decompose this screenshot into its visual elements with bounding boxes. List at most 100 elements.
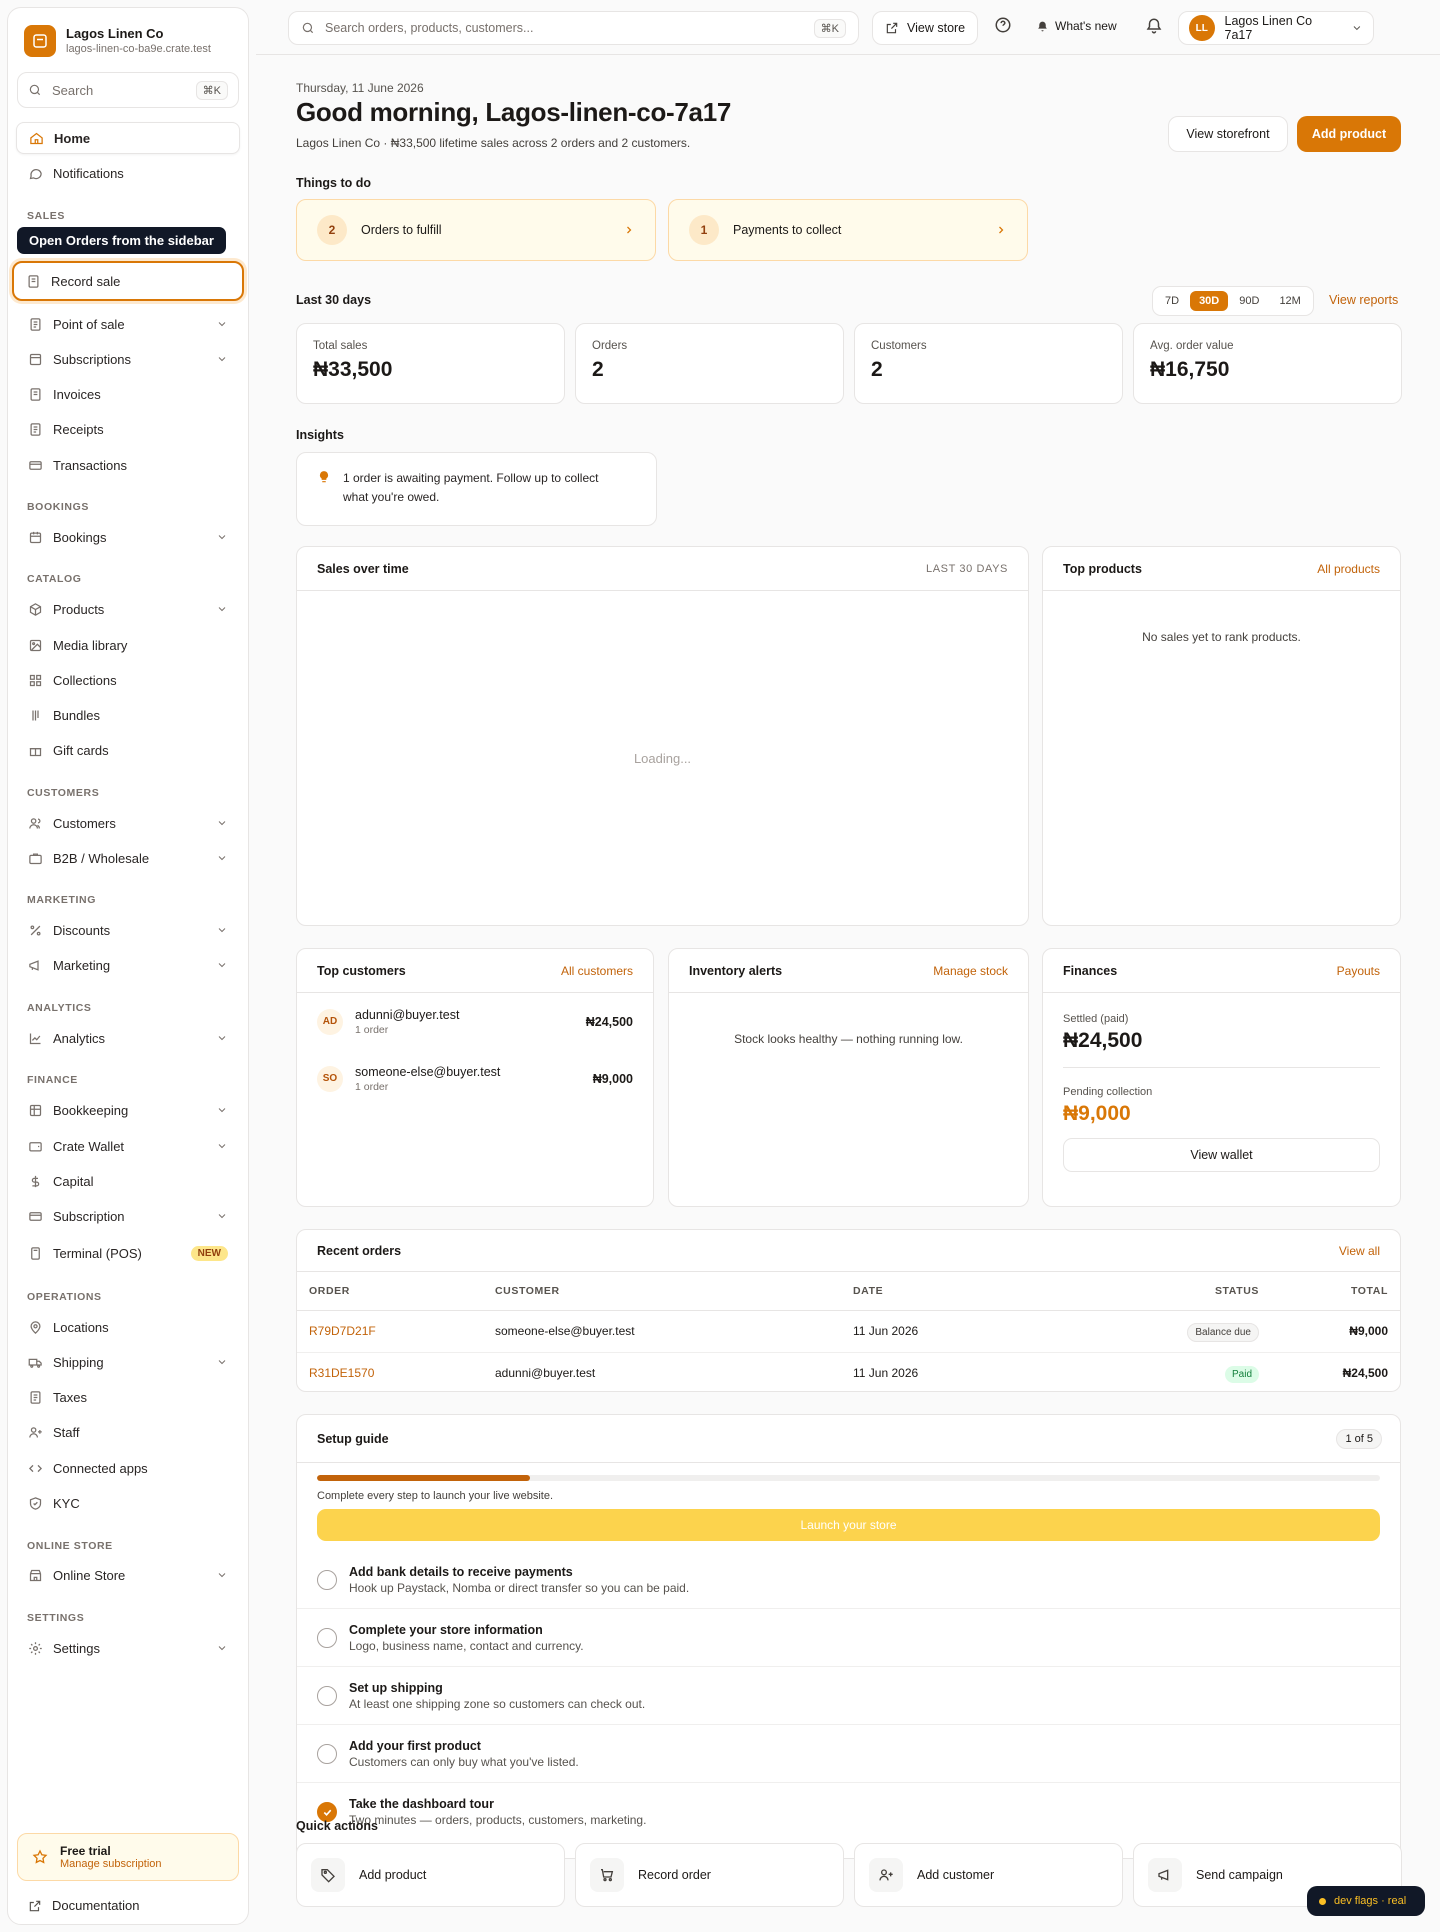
view-storefront-button[interactable]: View storefront — [1168, 116, 1288, 152]
view-all-orders-link[interactable]: View all — [1339, 1244, 1380, 1258]
stat-customers: Customers 2 — [854, 323, 1123, 404]
sidebar-item-record-sale[interactable]: Record sale — [12, 261, 244, 301]
table-row[interactable]: R31DE1570 adunni@buyer.test 11 Jun 2026 … — [297, 1352, 1400, 1391]
sidebar-item-bookings[interactable]: Bookings — [16, 521, 240, 553]
sidebar-item-transactions[interactable]: Transactions — [16, 449, 240, 481]
global-search-input[interactable]: Search orders, products, customers... ⌘K — [288, 11, 859, 45]
notifications-button[interactable] — [1145, 17, 1163, 35]
sidebar-item-crate-wallet[interactable]: Crate Wallet — [16, 1130, 240, 1162]
setup-step[interactable]: Take the dashboard tour Two minutes — ord… — [297, 1783, 1400, 1841]
brand[interactable]: Lagos Linen Co lagos-linen-co-ba9e.crate… — [8, 8, 248, 58]
launch-store-button[interactable]: Launch your store — [317, 1509, 1380, 1541]
store-logo-icon — [24, 25, 56, 57]
step-checkbox[interactable] — [317, 1569, 337, 1590]
chevron-down-icon — [218, 856, 226, 861]
free-trial-card[interactable]: Free trial Manage subscription — [17, 1833, 239, 1881]
add-product-button[interactable]: Add product — [1297, 116, 1401, 152]
chevron-down-icon — [218, 928, 226, 933]
sidebar-item-subscriptions[interactable]: Subscriptions — [16, 343, 240, 375]
documentation-link[interactable]: Documentation — [28, 1898, 139, 1913]
sidebar-item-notifications[interactable]: Notifications — [16, 157, 240, 189]
list-item[interactable]: AD adunni@buyer.test 1 order ₦24,500 — [297, 993, 653, 1050]
step-checkbox[interactable] — [317, 1685, 337, 1706]
sidebar-item-receipts[interactable]: Receipts — [16, 413, 240, 445]
account-menu-button[interactable]: LL Lagos Linen Co 7a17 — [1178, 11, 1374, 45]
sidebar-item-taxes[interactable]: Taxes — [16, 1381, 240, 1413]
sidebar-item-connected-apps[interactable]: Connected apps — [16, 1452, 240, 1484]
sidebar-item-invoices[interactable]: Invoices — [16, 378, 240, 410]
sidebar-item-collections[interactable]: Collections — [16, 664, 240, 696]
todo-payments-to-collect[interactable]: 1 Payments to collect — [668, 199, 1028, 261]
search-shortcut: ⌘K — [813, 18, 846, 38]
quick-action-add-product[interactable]: Add product — [296, 1843, 565, 1907]
quick-actions-title: Quick actions — [296, 1819, 378, 1833]
setup-step[interactable]: Add bank details to receive payments Hook… — [297, 1551, 1400, 1609]
sidebar-item-subscription[interactable]: Subscription — [16, 1200, 240, 1232]
order-id-link[interactable]: R79D7D21F — [297, 1310, 483, 1353]
sidebar-item-capital[interactable]: Capital — [16, 1165, 240, 1197]
sidebar-search[interactable]: Search ⌘K — [17, 72, 239, 108]
help-button[interactable] — [994, 16, 1012, 34]
section-label-analytics: ANALYTICS — [27, 1002, 92, 1014]
sidebar-item-bookkeeping[interactable]: Bookkeeping — [16, 1094, 240, 1126]
view-store-button[interactable]: View store — [872, 11, 979, 45]
sidebar-item-gift-cards[interactable]: Gift cards — [16, 734, 240, 766]
quick-action-record-order[interactable]: Record order — [575, 1843, 844, 1907]
truck-icon — [28, 1358, 42, 1368]
period-30d[interactable]: 30D — [1190, 291, 1229, 311]
stat-avg-order-value: Avg. order value ₦16,750 — [1133, 323, 1402, 404]
list-item[interactable]: SO someone-else@buyer.test 1 order ₦9,00… — [297, 1050, 653, 1107]
dev-flags-badge[interactable]: dev flags · real — [1307, 1886, 1425, 1916]
sidebar-item-point-of-sale[interactable]: Point of sale — [16, 308, 240, 340]
manage-stock-link[interactable]: Manage stock — [933, 964, 1008, 978]
user-plus-icon — [29, 1426, 42, 1438]
step-checkbox[interactable] — [317, 1743, 337, 1764]
insight-card: 1 order is awaiting payment. Follow up t… — [296, 452, 657, 526]
period-12m[interactable]: 12M — [1270, 291, 1309, 311]
section-label-settings: SETTINGS — [27, 1612, 85, 1624]
sidebar-item-discounts[interactable]: Discounts — [16, 914, 240, 946]
all-customers-link[interactable]: All customers — [561, 964, 633, 978]
order-id-link[interactable]: R31DE1570 — [297, 1352, 483, 1391]
external-link-icon — [29, 1900, 41, 1911]
section-label-operations: OPERATIONS — [27, 1291, 102, 1303]
sidebar-item-home[interactable]: Home — [16, 122, 240, 154]
all-products-link[interactable]: All products — [1317, 562, 1380, 576]
sales-over-time-card: Sales over time LAST 30 DAYS Loading... — [296, 546, 1029, 926]
sidebar-item-products[interactable]: Products — [16, 593, 240, 625]
todo-orders-to-fulfill[interactable]: 2 Orders to fulfill — [296, 199, 656, 261]
todo-count: 1 — [689, 215, 719, 245]
period-90d[interactable]: 90D — [1230, 291, 1268, 311]
sidebar-item-locations[interactable]: Locations — [16, 1311, 240, 1343]
search-placeholder: Search orders, products, customers... — [325, 21, 534, 35]
sidebar-item-settings[interactable]: Settings — [16, 1632, 240, 1664]
sidebar-item-media-library[interactable]: Media library — [16, 629, 240, 661]
manage-subscription-link[interactable]: Manage subscription — [60, 1858, 162, 1870]
table-row[interactable]: R79D7D21F someone-else@buyer.test 11 Jun… — [297, 1310, 1400, 1353]
setup-step[interactable]: Set up shipping At least one shipping zon… — [297, 1667, 1400, 1725]
sidebar-item-b2b[interactable]: B2B / Wholesale — [16, 842, 240, 874]
chevron-down-icon — [218, 1573, 226, 1578]
period-7d[interactable]: 7D — [1156, 291, 1188, 311]
sidebar-item-staff[interactable]: Staff — [16, 1416, 240, 1448]
quick-action-add-customer[interactable]: Add customer — [854, 1843, 1123, 1907]
sidebar-item-analytics[interactable]: Analytics — [16, 1022, 240, 1054]
view-reports-link[interactable]: View reports — [1329, 293, 1398, 307]
whats-new-button[interactable]: What's new — [1036, 19, 1117, 33]
sidebar-item-bundles[interactable]: Bundles — [16, 699, 240, 731]
setup-step[interactable]: Complete your store information Logo, bus… — [297, 1609, 1400, 1667]
setup-step[interactable]: Add your first product Customers can only… — [297, 1725, 1400, 1783]
sidebar-item-shipping[interactable]: Shipping — [16, 1346, 240, 1378]
sidebar-item-marketing[interactable]: Marketing — [16, 949, 240, 981]
sidebar-item-terminal[interactable]: Terminal (POS) NEW — [16, 1237, 240, 1269]
view-wallet-button[interactable]: View wallet — [1063, 1138, 1380, 1172]
sidebar-item-kyc[interactable]: KYC — [16, 1487, 240, 1519]
sidebar-item-customers[interactable]: Customers — [16, 807, 240, 839]
payouts-link[interactable]: Payouts — [1337, 964, 1380, 978]
grid-icon — [29, 674, 42, 686]
step-checkbox[interactable] — [317, 1627, 337, 1648]
chevron-down-icon — [218, 1036, 226, 1041]
sidebar-item-online-store[interactable]: Online Store — [16, 1559, 240, 1591]
invoice-icon — [30, 387, 41, 401]
chevron-right-icon — [999, 226, 1004, 234]
